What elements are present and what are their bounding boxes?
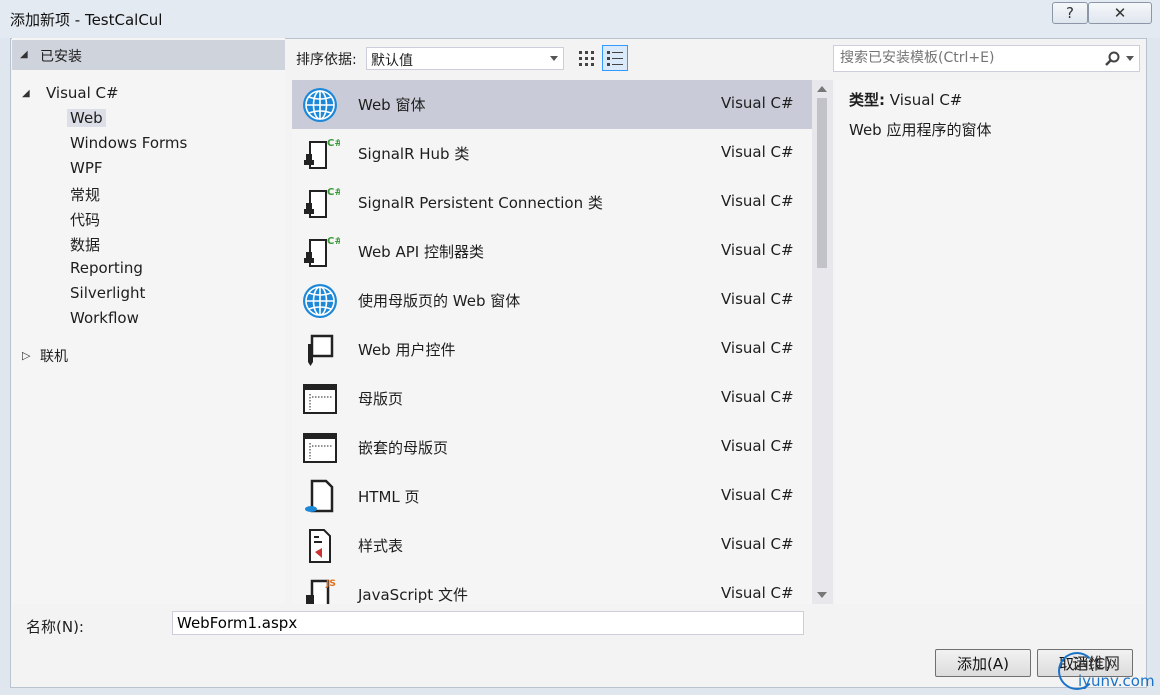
tree-item-online[interactable]: 联机 [40,346,68,366]
expanded-triangle-icon: ◢ [20,49,28,60]
csharp-class-icon: C# [300,183,343,223]
globe-icon [300,85,340,125]
watermark-text: 运维网 [1072,654,1121,673]
template-row[interactable]: Web 用户控件 Visual C# [292,325,812,374]
user-control-icon [300,330,340,370]
template-language: Visual C# [721,290,794,308]
sort-value: 默认值 [371,53,413,69]
template-row[interactable]: 使用母版页的 Web 窗体 Visual C# [292,276,812,325]
tree-item-reporting[interactable]: Reporting [70,259,143,277]
tree-item-code[interactable]: 代码 [70,209,100,230]
template-language: Visual C# [721,143,794,161]
sort-dropdown[interactable]: 默认值 [366,47,564,70]
template-row[interactable]: HTML 页 Visual C# [292,472,812,521]
template-name: HTML 页 [358,488,420,506]
help-icon: ? [1066,4,1074,22]
tree-item-workflow[interactable]: Workflow [70,309,139,327]
search-box[interactable] [833,45,1140,72]
watermark-url: iyunv.com [1078,672,1155,690]
template-row[interactable]: C# Web API 控制器类 Visual C# [292,227,812,276]
tree-item-visual-csharp[interactable]: Visual C# [46,84,119,102]
watermark-logo: 运维网 iyunv.com [1050,650,1160,695]
template-row[interactable]: Web 窗体 Visual C# [292,80,812,129]
small-icons-view-button[interactable] [574,45,600,71]
template-language: Visual C# [721,437,794,455]
list-view-icon [607,51,623,66]
template-language: Visual C# [721,535,794,553]
svg-text:C#: C# [327,138,340,149]
search-input[interactable] [838,49,1102,67]
template-row[interactable]: JS JavaScript 文件 Visual C# [292,570,812,604]
csharp-class-icon: C# [300,232,343,272]
template-language: Visual C# [721,388,794,406]
tree-item-installed-label: 已安装 [40,49,82,65]
template-name: Web 窗体 [358,96,426,114]
scroll-up-icon[interactable] [817,86,827,92]
window-title: 添加新项 - TestCalCul [10,11,163,29]
template-language: Visual C# [721,192,794,210]
master-page-icon [300,428,340,468]
title-bar: 添加新项 - TestCalCul ? ✕ [0,0,1160,38]
expanded-triangle-icon: ◢ [22,88,30,99]
tree-item-installed[interactable]: ◢ 已安装 [12,40,285,70]
tree-item-web[interactable]: Web [67,109,106,127]
template-name: 母版页 [358,390,404,408]
tree-item-windows-forms[interactable]: Windows Forms [70,134,187,152]
template-name: SignalR Persistent Connection 类 [358,194,603,212]
template-row[interactable]: 样式表 Visual C# [292,521,812,570]
csharp-class-icon: C# [300,134,343,174]
help-button[interactable]: ? [1052,2,1088,24]
template-language: Visual C# [721,584,794,602]
tree-item-data[interactable]: 数据 [70,234,100,255]
grid-view-icon [579,51,594,66]
template-name: 嵌套的母版页 [358,439,449,457]
tree-item-wpf[interactable]: WPF [70,159,103,177]
template-language: Visual C# [721,241,794,259]
name-label: 名称(N): [26,618,84,636]
master-page-icon [300,379,340,419]
template-list-scrollbar[interactable] [812,80,833,604]
template-name: JavaScript 文件 [358,586,468,604]
template-description: Web 应用程序的窗体 [849,121,992,139]
dropdown-arrow-icon [550,56,558,61]
name-input[interactable] [172,611,804,635]
template-list: Web 窗体Visual C#C#SignalR Hub 类Visual C#C… [292,80,812,604]
collapsed-triangle-icon[interactable]: ▷ [22,349,30,362]
tree-item-silverlight[interactable]: Silverlight [70,284,145,302]
chevron-down-icon[interactable] [1126,56,1134,62]
search-icon[interactable] [1104,51,1120,67]
tree-item-general[interactable]: 常规 [70,184,100,205]
stylesheet-icon [300,526,340,566]
globe-icon [300,281,340,321]
type-value: Visual C# [889,91,963,109]
details-pane [835,80,1145,604]
template-name: Web 用户控件 [358,341,456,359]
svg-text:C#: C# [327,187,340,198]
scroll-down-icon[interactable] [817,592,827,598]
template-name: 样式表 [358,537,404,555]
template-row[interactable]: C# SignalR Hub 类 Visual C# [292,129,812,178]
template-language: Visual C# [721,486,794,504]
template-row[interactable]: 母版页 Visual C# [292,374,812,423]
svg-text:JS: JS [325,579,336,589]
scrollbar-thumb[interactable] [817,98,827,268]
template-tree: ◢ 已安装 [12,38,285,604]
template-row[interactable]: C# SignalR Persistent Connection 类 Visual … [292,178,812,227]
template-name: Web API 控制器类 [358,243,484,261]
type-label: 类型: [849,91,885,109]
template-name: SignalR Hub 类 [358,145,470,163]
template-language: Visual C# [721,94,794,112]
svg-text:C#: C# [327,236,340,247]
template-row[interactable]: 嵌套的母版页 Visual C# [292,423,812,472]
javascript-file-icon: JS [300,575,340,604]
sort-label: 排序依据: [296,52,357,68]
close-button[interactable]: ✕ [1088,2,1152,24]
medium-icons-view-button[interactable] [602,45,628,71]
html-page-icon [300,477,340,517]
template-type: 类型: Visual C# [849,89,962,110]
add-button[interactable]: 添加(A) [935,649,1031,677]
template-language: Visual C# [721,339,794,357]
template-name: 使用母版页的 Web 窗体 [358,292,521,310]
close-icon: ✕ [1113,4,1127,22]
